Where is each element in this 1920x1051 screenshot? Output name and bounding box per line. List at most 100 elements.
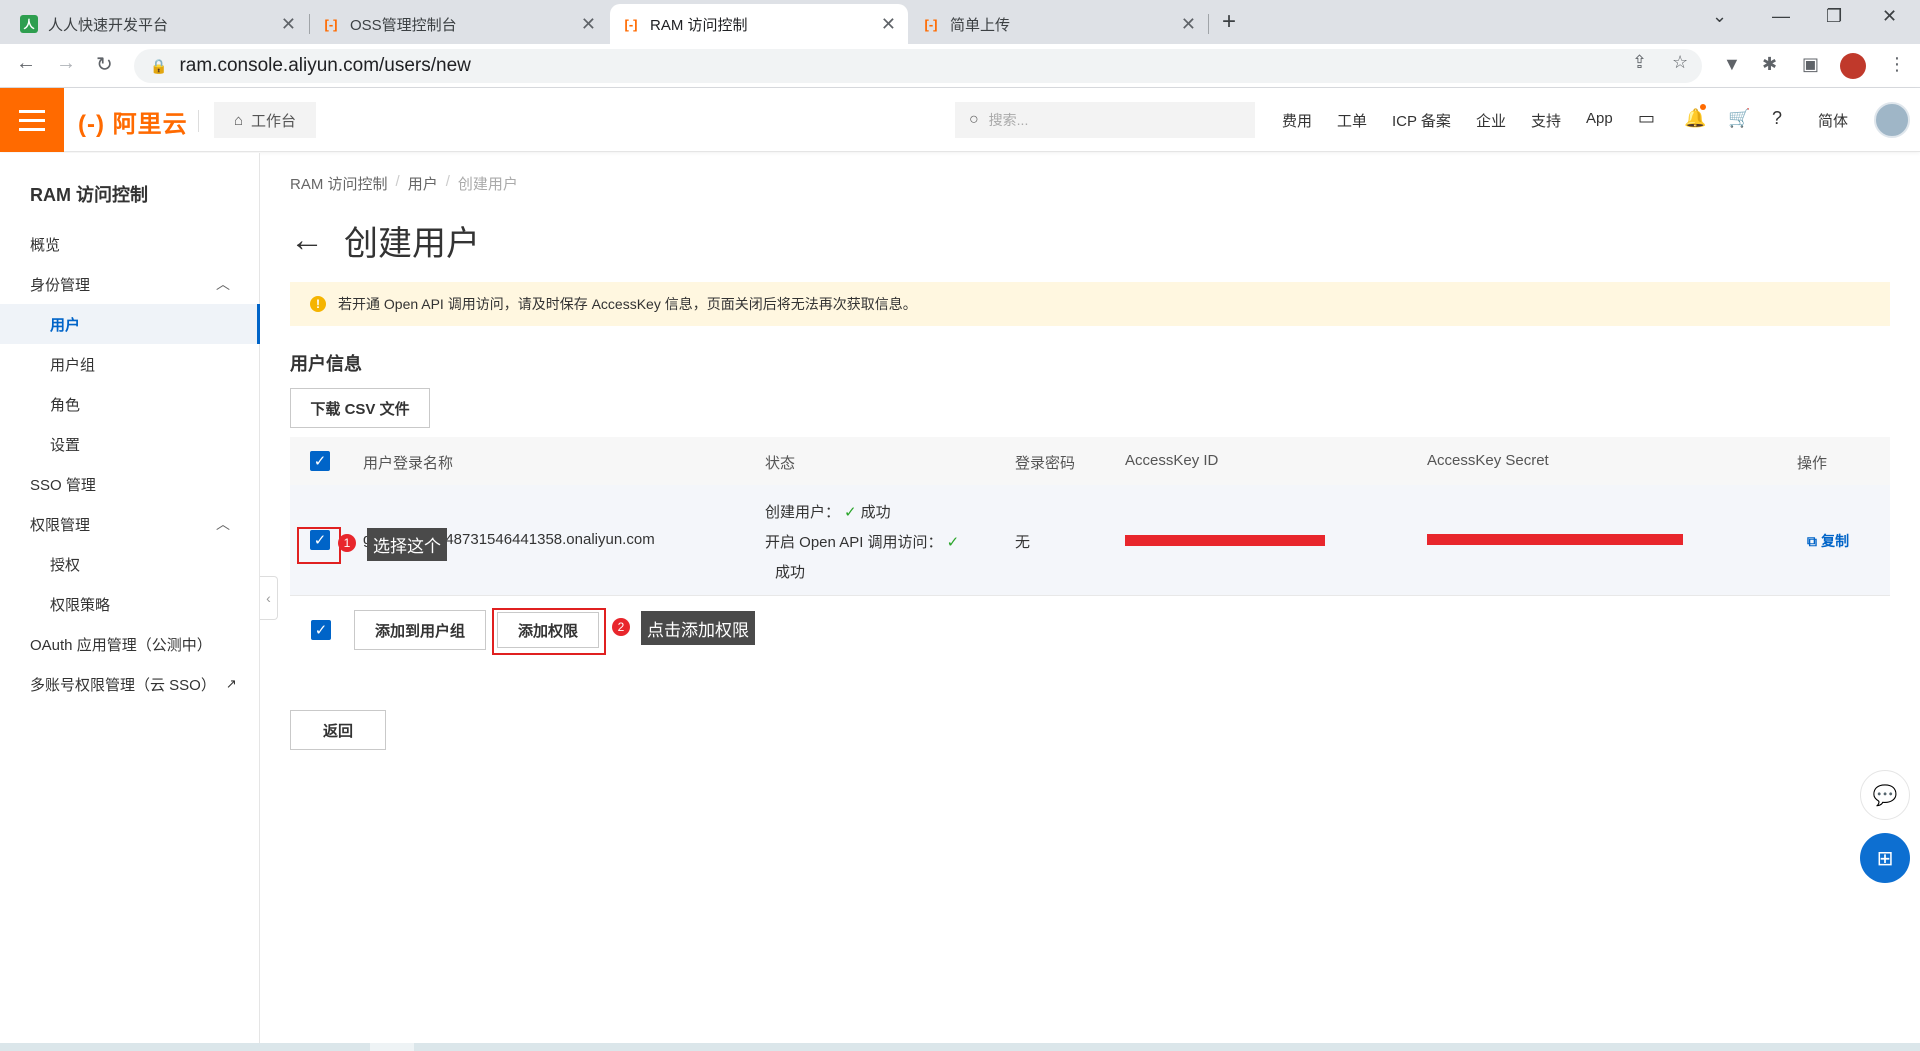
page-title-text: 创建用户: [344, 225, 480, 263]
close-icon[interactable]: ✕: [881, 14, 896, 35]
language-switch[interactable]: 简体: [1818, 110, 1848, 131]
sidebar-item-oauth[interactable]: OAuth 应用管理（公测中）: [0, 624, 260, 664]
bookmark-star-icon[interactable]: ☆: [1672, 52, 1688, 73]
copy-link[interactable]: 复制: [1821, 533, 1849, 549]
tab-title: OSS管理控制台: [350, 16, 457, 34]
chevron-up-icon: ︿: [216, 276, 230, 292]
copy-icon: ⧉: [1807, 533, 1817, 549]
nav-fees[interactable]: 费用: [1282, 110, 1312, 131]
browser-profile-icon[interactable]: [1840, 53, 1866, 79]
url-field[interactable]: 🔒 ram.console.aliyun.com/users/new: [134, 49, 1702, 83]
breadcrumb-current: 创建用户: [457, 176, 518, 193]
sidebar-item-policies[interactable]: 权限策略: [0, 584, 260, 624]
annotation-badge-1: 1: [338, 534, 356, 552]
user-avatar[interactable]: [1874, 102, 1910, 138]
sidebar-item-groups[interactable]: 用户组: [0, 344, 260, 384]
notification-bell-icon[interactable]: 🔔: [1684, 108, 1706, 129]
chevron-up-icon: ︿: [216, 516, 230, 532]
password-value: 无: [1015, 534, 1031, 551]
extensions-puzzle-icon[interactable]: ✱: [1762, 54, 1777, 75]
browser-menu-icon[interactable]: ⋮: [1888, 54, 1906, 75]
breadcrumb-ram[interactable]: RAM 访问控制: [290, 173, 388, 194]
scrollbar-thumb[interactable]: [370, 1043, 414, 1051]
sidebar-item-sso[interactable]: SSO 管理: [0, 464, 260, 504]
breadcrumb: RAM 访问控制 / 用户 / 创建用户: [290, 173, 518, 194]
sidebar-item-roles[interactable]: 角色: [0, 384, 260, 424]
sidebar-item-cloud-sso[interactable]: 多账号权限管理（云 SSO） ↗: [0, 664, 260, 704]
renren-icon: 人: [20, 15, 38, 33]
home-icon: ⌂: [233, 111, 244, 129]
breadcrumb-separator: /: [445, 173, 450, 190]
maximize-icon[interactable]: ❐: [1826, 6, 1842, 27]
redacted-accesskey-id: [1125, 535, 1325, 546]
nav-enterprise[interactable]: 企业: [1476, 110, 1506, 131]
status-label: 创建用户：: [765, 504, 841, 521]
nav-support[interactable]: 支持: [1531, 110, 1561, 131]
share-icon[interactable]: ⇪: [1632, 52, 1647, 73]
sidebar-collapse-toggle[interactable]: ‹: [260, 576, 278, 620]
close-icon[interactable]: ✕: [1181, 14, 1196, 35]
sidebar-item-overview[interactable]: 概览: [0, 224, 260, 264]
forward-icon[interactable]: →: [56, 52, 76, 75]
status-create-user: 创建用户： ✓ 成功: [765, 501, 891, 522]
copy-action[interactable]: ⧉ 复制: [1807, 531, 1849, 551]
nav-tickets[interactable]: 工单: [1337, 110, 1367, 131]
download-csv-button[interactable]: 下载 CSV 文件: [290, 388, 430, 428]
help-icon[interactable]: ?: [1772, 108, 1782, 129]
status-result: 成功: [860, 504, 891, 521]
col-password: 登录密码: [1015, 455, 1076, 472]
sidebar-title: RAM 访问控制: [30, 185, 148, 205]
cart-icon[interactable]: 🛒: [1728, 108, 1750, 129]
user-table: ✓ 用户登录名称 状态 登录密码 AccessKey ID AccessKey …: [290, 437, 1890, 596]
aliyun-icon: [-]: [924, 16, 938, 32]
close-icon[interactable]: ✕: [581, 14, 596, 35]
lock-icon[interactable]: 🔒: [150, 58, 167, 75]
bulk-select-checkbox[interactable]: ✓: [311, 620, 331, 640]
tab-title: 人人快速开发平台: [48, 16, 169, 34]
terminal-icon[interactable]: ▭: [1638, 108, 1655, 129]
reload-icon[interactable]: ↻: [96, 52, 113, 77]
return-button[interactable]: 返回: [290, 710, 386, 750]
horizontal-scrollbar[interactable]: [0, 1043, 1920, 1051]
nav-app[interactable]: App: [1586, 110, 1613, 127]
select-all-checkbox[interactable]: ✓: [310, 451, 330, 471]
breadcrumb-users[interactable]: 用户: [408, 173, 438, 194]
aliyun-icon: [-]: [324, 16, 338, 32]
check-icon: ✓: [946, 534, 960, 551]
feedback-chat-button[interactable]: 💬: [1860, 770, 1910, 820]
close-icon[interactable]: ✕: [281, 14, 296, 35]
sidebar-item-settings[interactable]: 设置: [0, 424, 260, 464]
back-icon[interactable]: ←: [16, 52, 36, 75]
console-search-input[interactable]: ○ 搜索...: [955, 102, 1255, 138]
browser-tab-ram[interactable]: [-] RAM 访问控制 ✕: [610, 4, 908, 44]
add-to-group-button[interactable]: 添加到用户组: [354, 610, 486, 650]
sidebar-item-label: 用户组: [50, 356, 96, 374]
browser-tab-oss[interactable]: [-] OSS管理控制台 ✕: [310, 4, 608, 44]
sidebar-item-label: 权限策略: [50, 596, 111, 614]
col-accesskey-id: AccessKey ID: [1125, 452, 1219, 469]
annotation-tip-2: 点击添加权限: [641, 611, 755, 645]
browser-tab-upload[interactable]: [-] 简单上传 ✕: [910, 4, 1208, 44]
extension-v-icon[interactable]: ▼: [1723, 54, 1741, 75]
col-actions: 操作: [1797, 455, 1828, 472]
browser-tab-renren[interactable]: 人 人人快速开发平台 ✕: [8, 4, 308, 44]
workbench-button[interactable]: ⌂ 工作台: [214, 102, 316, 138]
highlight-box-checkbox: [297, 527, 341, 564]
window-close-icon[interactable]: ✕: [1882, 6, 1897, 27]
nav-icp[interactable]: ICP 备案: [1392, 110, 1451, 131]
sidebar-item-grants[interactable]: 授权: [0, 544, 260, 584]
sidebar-item-label: 设置: [50, 436, 81, 454]
external-link-icon: ↗: [225, 676, 237, 691]
sidebar-item-users[interactable]: 用户: [0, 304, 260, 344]
sidebar-item-label: 概览: [30, 236, 61, 254]
sidebar-item-permissions[interactable]: 权限管理 ︿: [0, 504, 260, 544]
sidebar-item-identity[interactable]: 身份管理 ︿: [0, 264, 260, 304]
aliyun-logo[interactable]: (-) 阿里云: [78, 104, 188, 139]
minimize-icon[interactable]: —: [1772, 6, 1790, 27]
menu-hamburger-icon[interactable]: [0, 88, 64, 152]
side-panel-icon[interactable]: ▣: [1802, 54, 1819, 75]
back-arrow-icon[interactable]: ←: [290, 221, 324, 260]
apps-float-button[interactable]: ⊞: [1860, 833, 1910, 883]
tab-search-icon[interactable]: ⌄: [1712, 6, 1727, 27]
new-tab-icon[interactable]: +: [1222, 8, 1236, 36]
